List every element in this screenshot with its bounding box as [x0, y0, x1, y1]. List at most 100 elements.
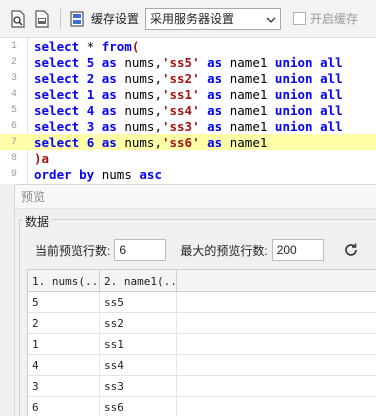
preview-doc-icon[interactable]: [8, 8, 28, 30]
code-token: asc: [139, 166, 162, 182]
code-token: 'ss5': [161, 54, 200, 70]
toolbar: 缓存设置 采用服务器设置 开启缓存: [0, 0, 376, 38]
line-number: 3: [10, 72, 17, 84]
line-number: 2: [10, 56, 17, 68]
code-token: as: [207, 70, 223, 86]
code-token: select: [34, 38, 80, 54]
code-token: as: [101, 134, 117, 150]
code-token: nums,: [124, 102, 162, 118]
code-token: name1: [229, 54, 268, 70]
table-cell: ss5: [100, 292, 177, 313]
table-cell: 5: [28, 292, 100, 313]
code-token: name1: [229, 134, 268, 150]
table-row[interactable]: 3 ss3: [28, 376, 376, 397]
code-token: union all: [274, 86, 343, 102]
column-header-nums[interactable]: 1. nums(...: [28, 270, 100, 292]
code-token: as: [101, 102, 117, 118]
refresh-icon[interactable]: [343, 242, 359, 258]
code-token: union all: [274, 102, 343, 118]
code-token: )a: [34, 150, 50, 166]
code-token: 5: [86, 54, 95, 70]
column-header-name1[interactable]: 2. name1(...: [100, 270, 177, 292]
current-rows-label: 当前预览行数:: [35, 243, 111, 258]
code-token: (: [131, 38, 140, 54]
line-number: 7: [10, 136, 17, 148]
code-token: 4: [86, 102, 95, 118]
table-cell: 2: [28, 313, 100, 334]
code-token: name1: [229, 86, 268, 102]
line-number: 6: [10, 120, 17, 132]
data-group-label: 数据: [23, 213, 52, 230]
code-line: 9 order by nums asc: [0, 166, 376, 182]
code-token: as: [101, 70, 117, 86]
code-token: 'ss2': [161, 70, 200, 86]
code-token: nums,: [124, 118, 162, 134]
table-row[interactable]: 4 ss4: [28, 355, 376, 376]
code-token: select: [34, 134, 80, 150]
enable-cache-checkbox-box[interactable]: [293, 12, 307, 25]
preview-panel-title: 预览: [15, 185, 376, 209]
max-rows-value: 200: [276, 243, 297, 257]
line-number: 1: [10, 40, 17, 52]
code-line: 8 )a: [0, 150, 376, 166]
table-cell: ss3: [100, 376, 177, 397]
cache-settings-select[interactable]: 采用服务器设置: [145, 7, 282, 30]
code-token: 3: [86, 118, 95, 134]
code-token: select: [34, 118, 80, 134]
code-token: union all: [274, 54, 343, 70]
line-number: 8: [10, 152, 17, 164]
current-rows-value: 6: [119, 243, 127, 257]
cache-settings-label: 缓存设置: [91, 12, 140, 26]
code-token: as: [101, 86, 117, 102]
table-cell: 3: [28, 376, 100, 397]
sql-editor[interactable]: 1 select * from( 2 select 5 as nums,'ss5…: [0, 38, 376, 184]
line-number: 9: [10, 168, 17, 180]
line-number: 5: [10, 104, 17, 116]
current-rows-field[interactable]: 6: [114, 239, 167, 261]
code-token: nums: [101, 166, 132, 182]
table-cell: ss1: [100, 334, 177, 355]
code-token: as: [207, 102, 223, 118]
code-line: 5 select 4 as nums,'ss4' as name1 union …: [0, 102, 376, 118]
preview-data-grid[interactable]: 1. nums(... 2. name1(... 5 ss5 2 ss2 1 s…: [27, 269, 376, 416]
code-line: 1 select * from(: [0, 38, 376, 54]
table-row[interactable]: 5 ss5: [28, 292, 376, 313]
table-cell: ss2: [100, 313, 177, 334]
code-token: name1: [229, 118, 268, 134]
chevron-down-icon: [266, 12, 276, 26]
table-row[interactable]: 1 ss1: [28, 334, 376, 355]
code-token: order by: [34, 166, 95, 182]
code-token: from: [101, 38, 132, 54]
code-token: as: [207, 118, 223, 134]
code-token: 1: [86, 86, 95, 102]
line-number: 4: [10, 88, 17, 100]
table-row[interactable]: 2 ss2: [28, 313, 376, 334]
code-token: select: [34, 70, 80, 86]
code-token: name1: [229, 70, 268, 86]
grid-header: 1. nums(... 2. name1(...: [28, 270, 376, 292]
save-doc-icon[interactable]: [32, 8, 52, 30]
code-token: as: [207, 54, 223, 70]
cache-settings-icon: [67, 8, 87, 30]
table-row[interactable]: 6 ss6: [28, 397, 376, 416]
code-token: nums,: [124, 86, 162, 102]
table-cell: 4: [28, 355, 100, 376]
toolbar-separator: [60, 8, 61, 29]
code-token: name1: [229, 102, 268, 118]
code-token: 2: [86, 70, 95, 86]
code-line-highlighted: 7 select 6 as nums,'ss6' as name1: [0, 134, 376, 150]
code-line: 2 select 5 as nums,'ss5' as name1 union …: [0, 54, 376, 70]
max-rows-label: 最大的预览行数:: [180, 243, 268, 258]
table-cell: ss6: [100, 397, 177, 416]
max-rows-field[interactable]: 200: [271, 239, 324, 261]
code-token: 'ss6': [161, 134, 200, 150]
preview-panel: 预览 数据 当前预览行数: 6 最大的预览行数: 200 1. nums(...…: [14, 184, 376, 416]
code-line: 3 select 2 as nums,'ss2' as name1 union …: [0, 70, 376, 86]
table-cell: 6: [28, 397, 100, 416]
code-token: 'ss3': [161, 118, 200, 134]
enable-cache-checkbox[interactable]: 开启缓存: [293, 10, 358, 27]
code-token: as: [207, 86, 223, 102]
code-token: select: [34, 86, 80, 102]
code-token: union all: [274, 70, 343, 86]
cache-settings-select-value: 采用服务器设置: [150, 12, 235, 26]
